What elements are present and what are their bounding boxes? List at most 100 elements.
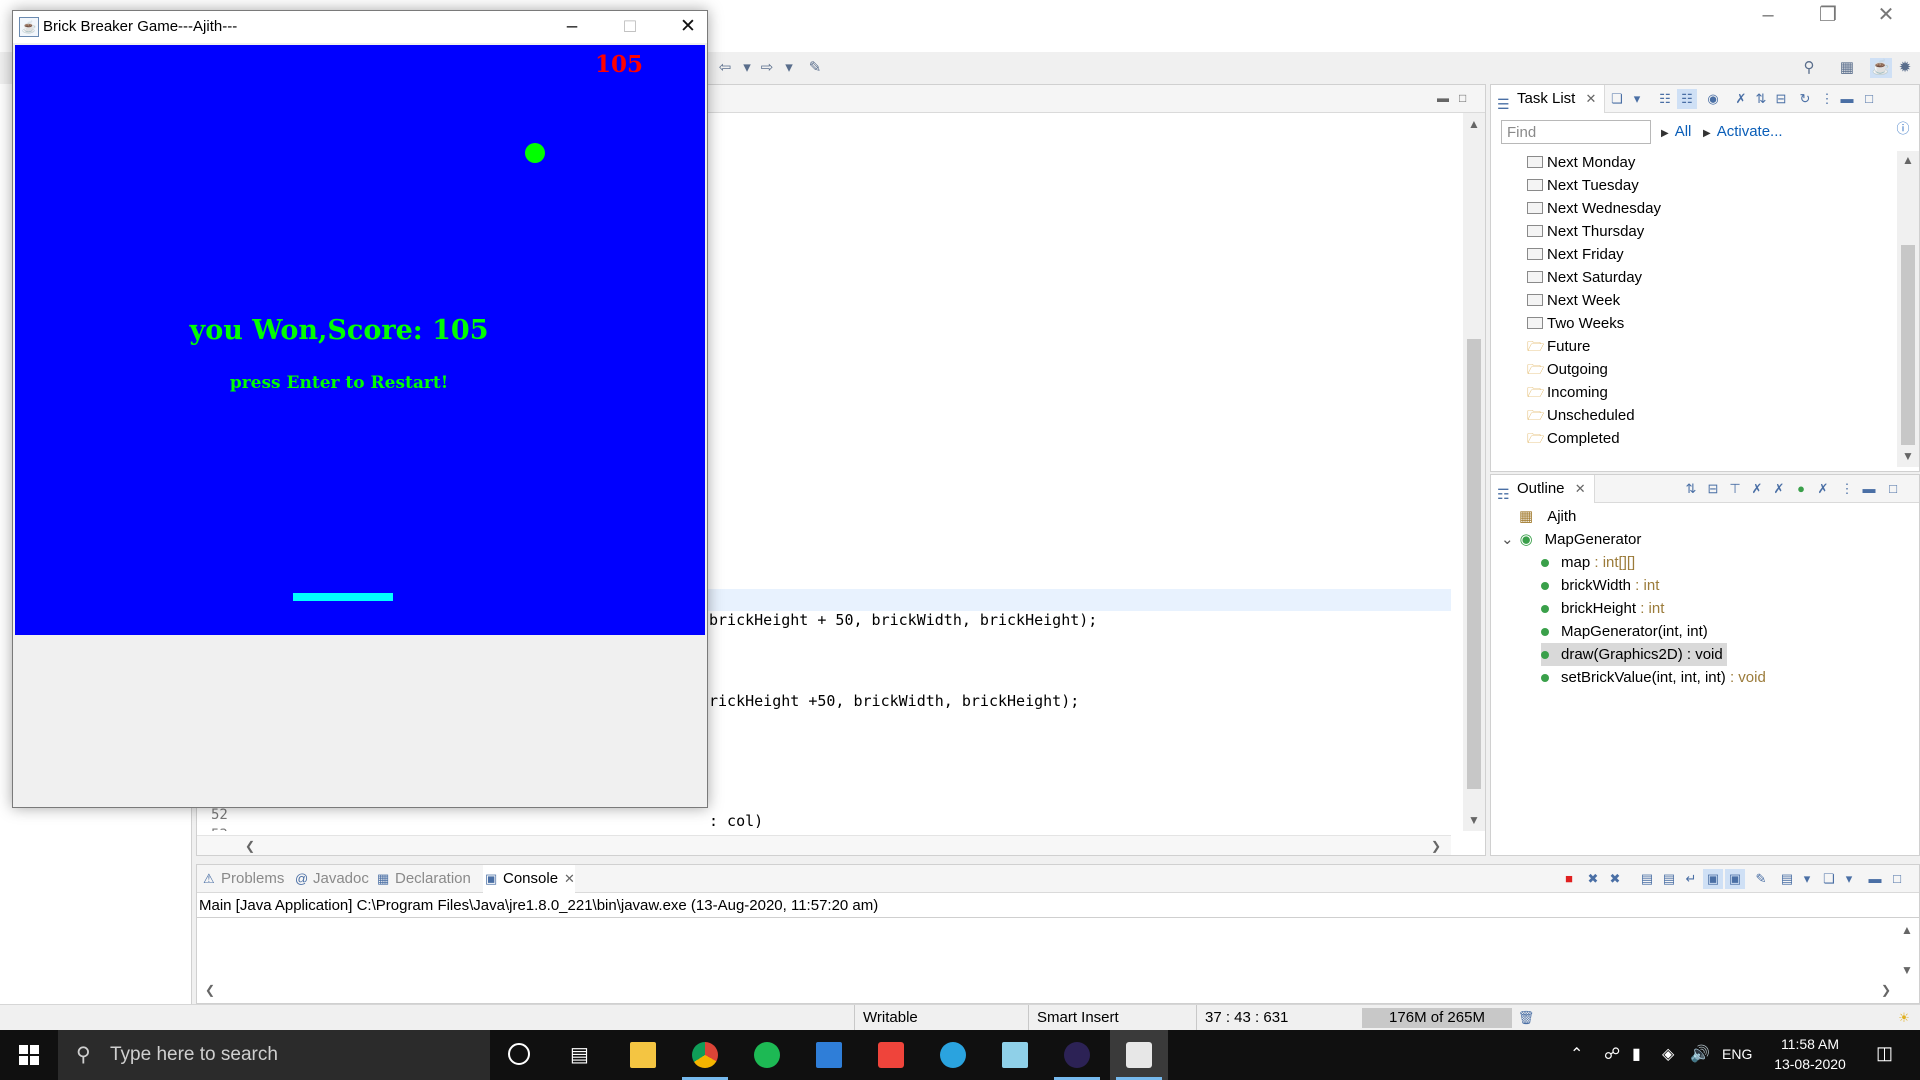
file-explorer-app[interactable]: [614, 1030, 672, 1080]
scroll-left-icon[interactable]: ❮: [205, 983, 215, 997]
heap-status[interactable]: 176M of 265M: [1362, 1008, 1512, 1028]
show-hidden-icons-icon[interactable]: ⌃: [1570, 1044, 1583, 1064]
scroll-up-icon[interactable]: ▲: [1901, 923, 1913, 937]
view-menu-icon[interactable]: ⋮: [1837, 479, 1857, 499]
forward-dropdown-icon[interactable]: ▾: [778, 58, 800, 78]
outline-member[interactable]: MapGenerator(int, int): [1541, 620, 1708, 643]
tab-problems[interactable]: ⚠ Problems: [201, 865, 284, 893]
editor-vscroll[interactable]: ▲ ▼: [1463, 113, 1485, 831]
clear-console-icon[interactable]: ▤: [1637, 869, 1657, 889]
dropdown-icon[interactable]: ▾: [1627, 89, 1647, 109]
task-row[interactable]: Next Wednesday: [1491, 197, 1895, 220]
java-perspective-icon[interactable]: ☕: [1870, 58, 1892, 78]
minimize-button[interactable]: –: [543, 11, 601, 43]
task-row[interactable]: Two Weeks: [1491, 312, 1895, 335]
task-row[interactable]: 🗁 Incoming: [1491, 381, 1895, 404]
security-icon[interactable]: ☍: [1604, 1044, 1620, 1064]
eclipse-close-button[interactable]: ✕: [1858, 2, 1914, 28]
pin-editor-icon[interactable]: ✎: [804, 58, 826, 78]
synchronize-icon[interactable]: ⇅: [1751, 89, 1771, 109]
task-row[interactable]: Next Saturday: [1491, 266, 1895, 289]
language-indicator[interactable]: ENG: [1722, 1046, 1752, 1062]
java-app[interactable]: [1110, 1030, 1168, 1080]
battery-icon[interactable]: ▮: [1632, 1044, 1641, 1064]
dropdown-icon[interactable]: ▾: [1797, 869, 1817, 889]
outline-member[interactable]: map : int[][]: [1541, 551, 1635, 574]
outline-member[interactable]: brickWidth : int: [1541, 574, 1659, 597]
close-icon[interactable]: ✕: [564, 871, 575, 886]
dropdown-icon[interactable]: ▾: [1839, 869, 1859, 889]
scroll-right-icon[interactable]: ❯: [1431, 839, 1441, 853]
minimize-view-icon[interactable]: ▬: [1859, 479, 1879, 499]
sort-icon[interactable]: ⇅: [1681, 479, 1701, 499]
new-task-icon[interactable]: ❏: [1607, 89, 1627, 109]
task-list-vscroll[interactable]: ▲ ▼: [1897, 151, 1919, 467]
scroll-right-icon[interactable]: ❯: [1881, 983, 1891, 997]
maximize-view-icon[interactable]: □: [1883, 479, 1903, 499]
outline-class[interactable]: ⌄ ◉ MapGenerator: [1501, 528, 1641, 551]
task-row[interactable]: 🗁 Unscheduled: [1491, 404, 1895, 427]
minimize-view-icon[interactable]: ▬: [1437, 91, 1449, 105]
show-stdout-icon[interactable]: ▣: [1703, 869, 1723, 889]
terminate-icon[interactable]: ■: [1559, 869, 1579, 889]
scroll-up-icon[interactable]: ▲: [1468, 117, 1480, 131]
task-view-button[interactable]: ▤: [552, 1030, 610, 1080]
maximize-view-icon[interactable]: □: [1859, 89, 1879, 109]
outline-member-selected[interactable]: draw(Graphics2D) : void: [1541, 643, 1727, 666]
eclipse-restore-button[interactable]: ❐: [1800, 2, 1856, 28]
scroll-down-icon[interactable]: ▼: [1901, 963, 1913, 977]
help-icon[interactable]: ⓘ: [1893, 119, 1913, 139]
taskbar-clock[interactable]: 11:58 AM 13-08-2020: [1760, 1034, 1860, 1074]
remove-launch-icon[interactable]: ✖: [1583, 869, 1603, 889]
categorized-icon[interactable]: ☷: [1655, 89, 1675, 109]
activate-link[interactable]: ▶ Activate...: [1703, 123, 1783, 140]
volume-icon[interactable]: 🔊: [1690, 1044, 1710, 1064]
minimize-view-icon[interactable]: ▬: [1865, 869, 1885, 889]
anydesk-app[interactable]: [862, 1030, 920, 1080]
back-icon[interactable]: ⇦: [714, 58, 736, 78]
task-row[interactable]: Next Thursday: [1491, 220, 1895, 243]
task-find-input[interactable]: [1501, 120, 1651, 144]
close-button[interactable]: ✕: [659, 11, 717, 43]
eclipse-minimize-button[interactable]: –: [1740, 2, 1796, 28]
tab-console[interactable]: ▣ Console ✕: [483, 865, 575, 893]
scroll-lock-icon[interactable]: ▤: [1659, 869, 1679, 889]
task-row[interactable]: 🗁 Future: [1491, 335, 1895, 358]
editor-hscroll[interactable]: ❮ ❯: [197, 835, 1451, 855]
task-row[interactable]: Next Friday: [1491, 243, 1895, 266]
focus-icon[interactable]: ◉: [1703, 89, 1723, 109]
chrome-app[interactable]: [676, 1030, 734, 1080]
hide-static-icon[interactable]: ✗: [1747, 479, 1767, 499]
game-canvas[interactable]: 105 you Won,Score: 105 press Enter to Re…: [15, 45, 705, 635]
scheduled-icon[interactable]: ☷: [1677, 89, 1697, 109]
chevron-down-icon[interactable]: ⌄: [1501, 531, 1514, 548]
search-icon[interactable]: ⚲: [1798, 58, 1820, 78]
task-row[interactable]: Next Tuesday: [1491, 174, 1895, 197]
maximize-view-icon[interactable]: □: [1459, 91, 1466, 105]
spotify-app[interactable]: [738, 1030, 796, 1080]
taskbar-search-box[interactable]: ⚲ Type here to search: [58, 1030, 490, 1080]
forward-icon[interactable]: ⇨: [756, 58, 778, 78]
task-row[interactable]: 🗁 Completed: [1491, 427, 1895, 450]
start-button[interactable]: [0, 1030, 58, 1080]
outline-member[interactable]: brickHeight : int: [1541, 597, 1664, 620]
task-row[interactable]: Next Week: [1491, 289, 1895, 312]
scroll-thumb[interactable]: [1901, 245, 1915, 445]
back-dropdown-icon[interactable]: ▾: [736, 58, 758, 78]
task-row[interactable]: Next Monday: [1491, 151, 1895, 174]
tip-icon[interactable]: ☀: [1894, 1008, 1914, 1028]
minimize-view-icon[interactable]: ▬: [1837, 89, 1857, 109]
eclipse-app[interactable]: [1048, 1030, 1106, 1080]
brick-breaker-window[interactable]: ☕ Brick Breaker Game---Ajith--- – □ ✕ 10…: [12, 10, 708, 808]
display-console-icon[interactable]: ▤: [1777, 869, 1797, 889]
link-icon[interactable]: ↻: [1795, 89, 1815, 109]
debug-perspective-icon[interactable]: ✹: [1894, 58, 1916, 78]
game-titlebar[interactable]: ☕ Brick Breaker Game---Ajith--- – □ ✕: [13, 11, 707, 43]
tab-task-list[interactable]: ☰ Task List ✕: [1491, 85, 1606, 113]
outline-member[interactable]: setBrickValue(int, int, int) : void: [1541, 666, 1766, 689]
collapse-all-icon[interactable]: ⊟: [1703, 479, 1723, 499]
link-editor-icon[interactable]: ✗: [1813, 479, 1833, 499]
hide-completed-icon[interactable]: ✗: [1731, 89, 1751, 109]
scroll-up-icon[interactable]: ▲: [1902, 153, 1914, 167]
tab-declaration[interactable]: ▦ Declaration: [375, 865, 471, 893]
